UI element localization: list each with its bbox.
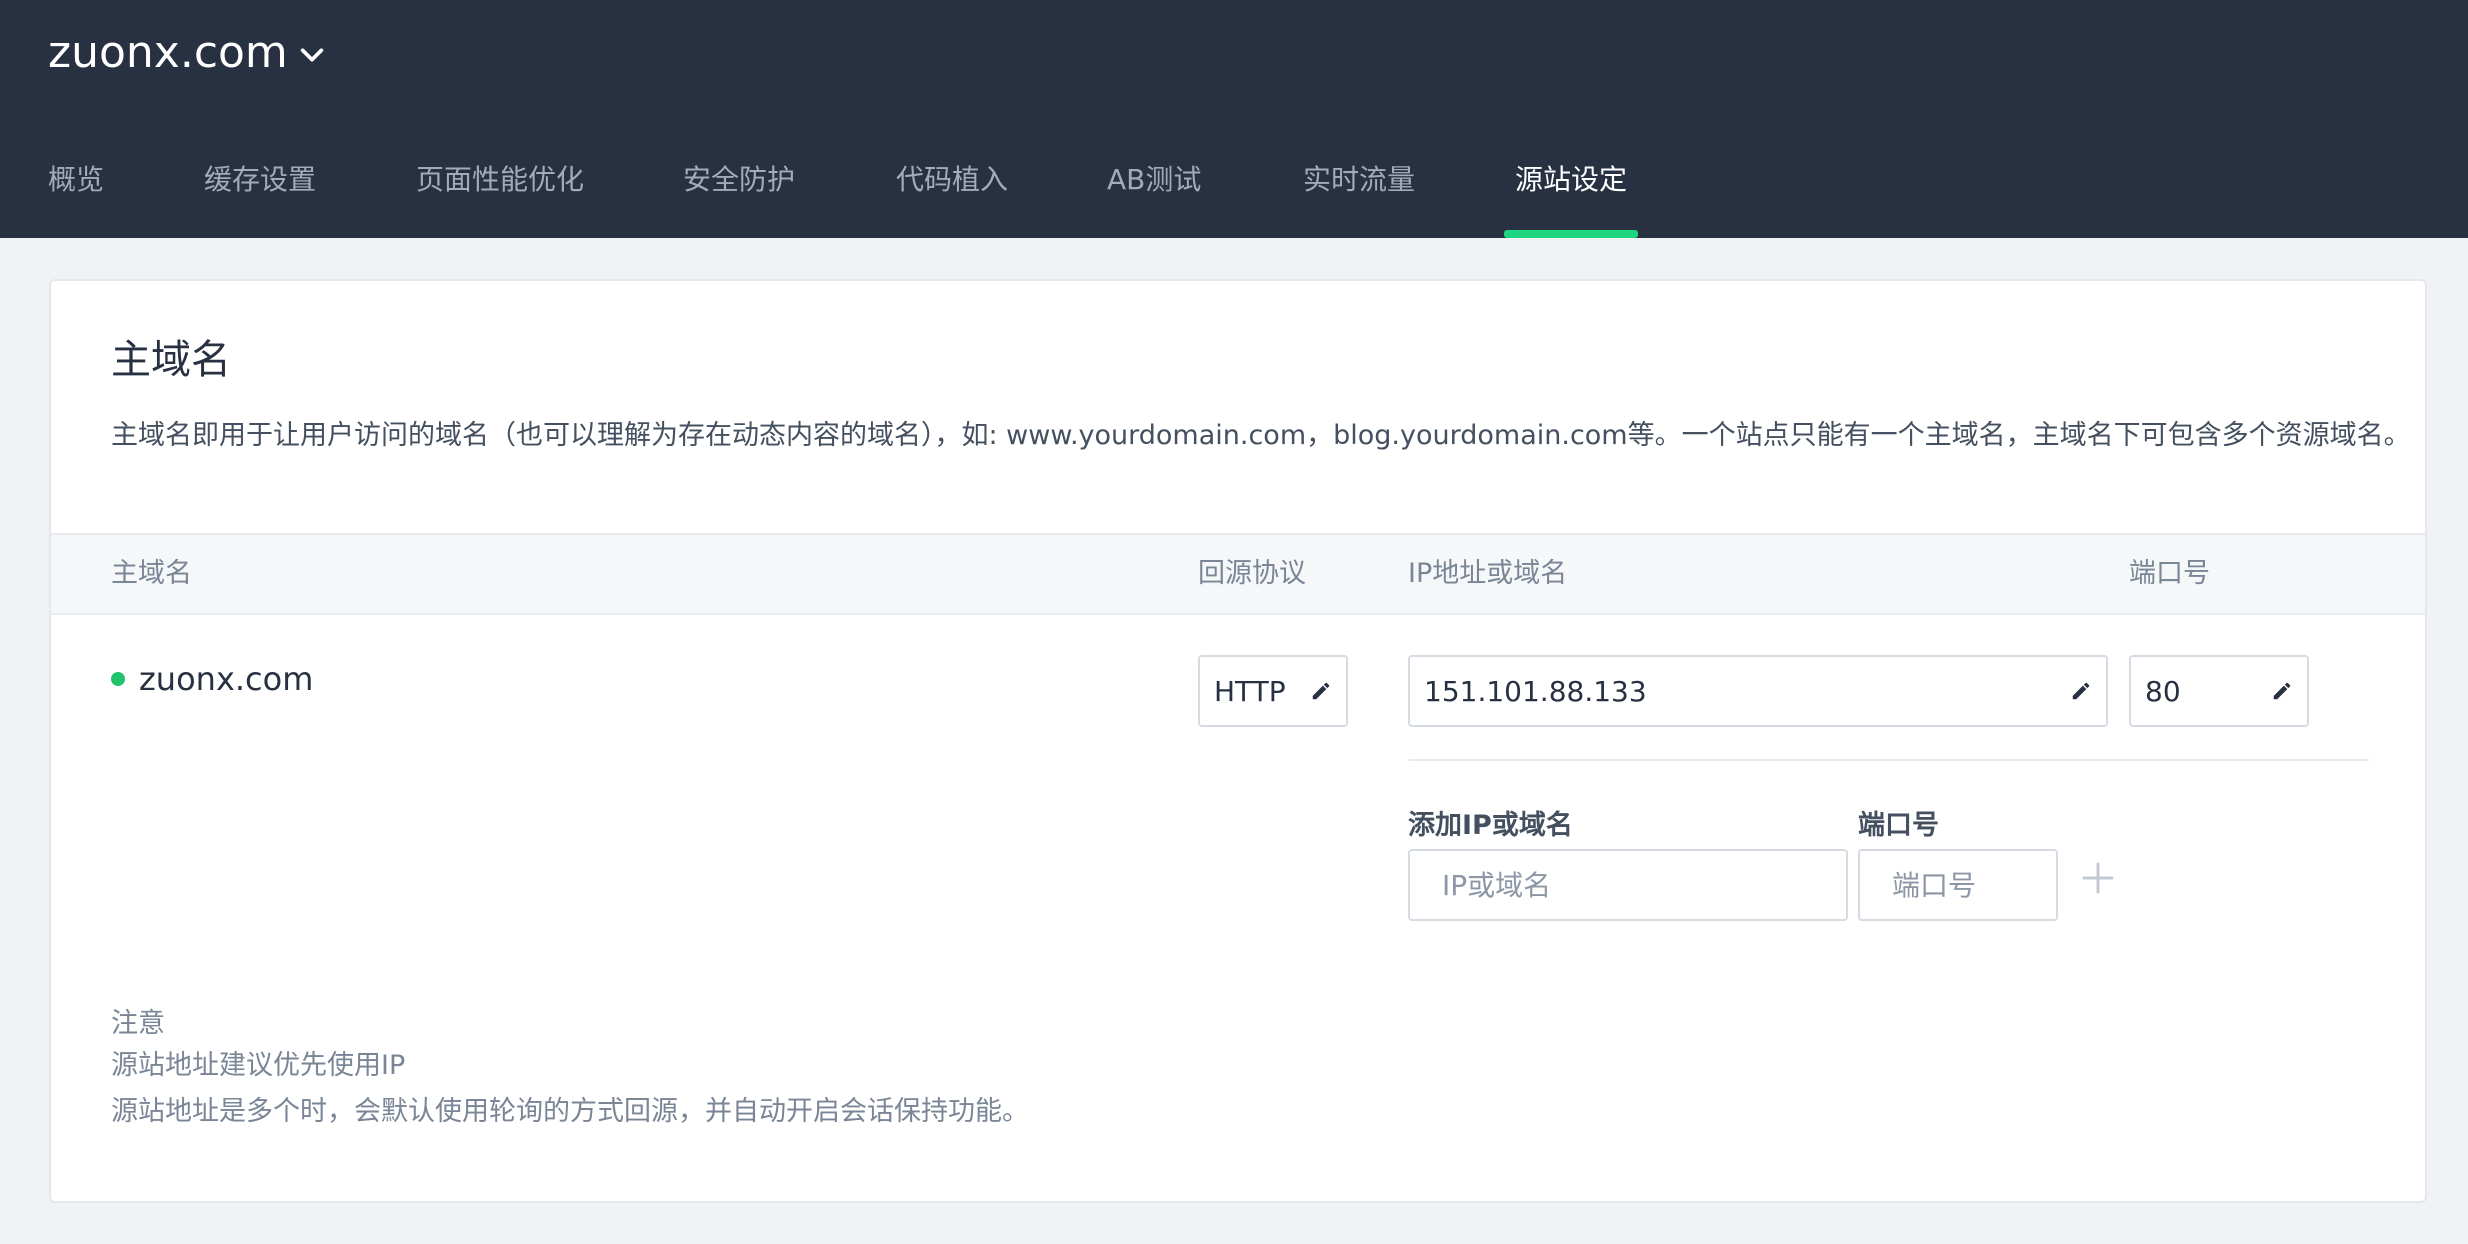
domain-name: zuonx.com — [139, 660, 314, 698]
note-line: 源站地址建议优先使用IP — [111, 1050, 406, 1081]
note-title: 注意 — [111, 1008, 165, 1039]
column-header-domain: 主域名 — [111, 558, 192, 589]
column-header-protocol: 回源协议 — [1198, 558, 1306, 589]
origin-address-field[interactable] — [1408, 655, 2108, 727]
active-tab-indicator — [1504, 230, 1638, 238]
add-address-label: 添加IP或域名 — [1408, 810, 1573, 841]
site-name: zuonx.com — [48, 26, 288, 78]
column-header-port: 端口号 — [2129, 558, 2210, 589]
section-description: 主域名即用于让用户访问的域名（也可以理解为存在动态内容的域名），如: www.y… — [111, 420, 2411, 451]
plus-icon[interactable] — [2078, 858, 2118, 898]
protocol-value: HTTP — [1214, 674, 1286, 708]
origin-port-field[interactable] — [2129, 655, 2309, 727]
new-address-field[interactable] — [1408, 849, 1848, 921]
origin-address-input[interactable] — [1424, 674, 2070, 708]
divider — [1409, 759, 2369, 761]
protocol-select[interactable]: HTTP — [1198, 655, 1348, 727]
tab-realtime-traffic[interactable]: 实时流量 — [1303, 150, 1415, 238]
origin-port-input[interactable] — [2145, 674, 2271, 708]
tab-security[interactable]: 安全防护 — [683, 150, 795, 238]
pencil-icon[interactable] — [2070, 680, 2092, 702]
tab-origin-settings[interactable]: 源站设定 — [1515, 150, 1627, 238]
column-header-address: IP地址或域名 — [1408, 558, 1568, 589]
add-port-label: 端口号 — [1858, 810, 1939, 841]
tab-page-optimization[interactable]: 页面性能优化 — [416, 150, 584, 238]
primary-domain-card: 主域名 主域名即用于让用户访问的域名（也可以理解为存在动态内容的域名），如: w… — [49, 279, 2427, 1203]
status-dot-icon — [111, 672, 125, 686]
tab-cache-settings[interactable]: 缓存设置 — [204, 150, 316, 238]
chevron-down-icon — [300, 48, 323, 62]
pencil-icon[interactable] — [1310, 680, 1332, 702]
top-bar: zuonx.com 概览 缓存设置 页面性能优化 安全防护 代码植入 AB测试 … — [0, 0, 2468, 238]
new-address-input[interactable] — [1442, 868, 1832, 902]
nav-tabs: 概览 缓存设置 页面性能优化 安全防护 代码植入 AB测试 实时流量 源站设定 — [0, 150, 2468, 238]
table-header: 主域名 回源协议 IP地址或域名 端口号 — [51, 533, 2425, 615]
site-selector[interactable]: zuonx.com — [48, 20, 326, 84]
section-title: 主域名 — [111, 337, 231, 383]
tab-ab-testing[interactable]: AB测试 — [1107, 150, 1201, 238]
table-row: zuonx.com — [111, 657, 313, 701]
new-port-input[interactable] — [1892, 868, 2042, 902]
new-port-field[interactable] — [1858, 849, 2058, 921]
tab-code-injection[interactable]: 代码植入 — [896, 150, 1008, 238]
note-line: 源站地址是多个时，会默认使用轮询的方式回源，并自动开启会话保持功能。 — [111, 1096, 1029, 1127]
pencil-icon[interactable] — [2271, 680, 2293, 702]
tab-overview[interactable]: 概览 — [48, 150, 104, 238]
